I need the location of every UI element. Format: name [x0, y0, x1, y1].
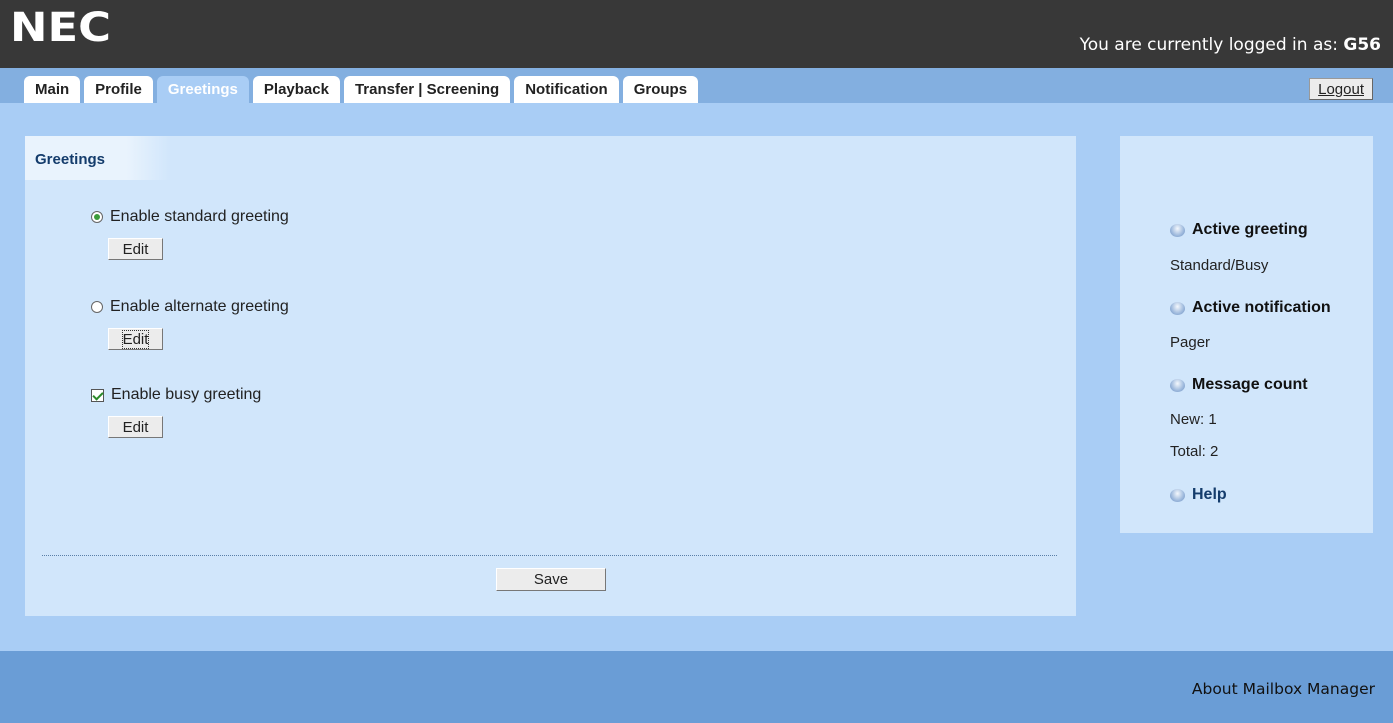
logout-button[interactable]: Logout [1309, 78, 1373, 100]
about-mailbox-manager-link[interactable]: About Mailbox Manager [1192, 680, 1375, 698]
active-notification-heading: Active notification [1170, 299, 1331, 317]
save-button[interactable]: Save [496, 568, 606, 591]
edit-standard-greeting-button[interactable]: Edit [108, 238, 163, 260]
tab-groups[interactable]: Groups [622, 76, 699, 103]
top-header: NEC You are currently logged in as: G56 [0, 0, 1393, 68]
footer: About Mailbox Manager [0, 651, 1393, 723]
login-info: You are currently logged in as: G56 [1080, 35, 1381, 55]
alternate-greeting-option[interactable]: Enable alternate greeting [91, 298, 289, 316]
help-link[interactable]: Help [1170, 486, 1227, 504]
alternate-greeting-radio[interactable] [91, 301, 103, 313]
active-greeting-heading: Active greeting [1170, 221, 1308, 239]
bullet-icon [1170, 223, 1185, 237]
busy-greeting-checkbox[interactable] [91, 388, 104, 402]
active-greeting-title: Active greeting [1192, 221, 1308, 238]
alternate-greeting-label: Enable alternate greeting [110, 298, 289, 315]
tab-list: Main Profile Greetings Playback Transfer… [24, 76, 702, 103]
help-label: Help [1192, 486, 1227, 503]
tab-profile[interactable]: Profile [84, 76, 153, 103]
bullet-icon [1170, 488, 1185, 502]
tab-strip: Main Profile Greetings Playback Transfer… [0, 68, 1393, 103]
message-count-heading: Message count [1170, 376, 1308, 394]
bullet-icon [1170, 378, 1185, 392]
standard-greeting-option[interactable]: Enable standard greeting [91, 208, 289, 226]
status-sidebar: Active greeting Standard/Busy Active not… [1120, 136, 1373, 533]
new-message-count: New: 1 [1170, 411, 1217, 428]
edit-button-label: Edit [121, 330, 150, 349]
panel-title: Greetings [25, 136, 170, 180]
bullet-icon [1170, 301, 1185, 315]
tab-transfer-screening[interactable]: Transfer | Screening [343, 76, 511, 103]
standard-greeting-label: Enable standard greeting [110, 208, 289, 225]
login-username: G56 [1343, 35, 1381, 55]
edit-alternate-greeting-button[interactable]: Edit [108, 328, 163, 350]
active-notification-value: Pager [1170, 334, 1211, 351]
tab-greetings[interactable]: Greetings [156, 76, 249, 103]
total-message-count: Total: 2 [1170, 443, 1219, 460]
tab-main[interactable]: Main [24, 76, 81, 103]
edit-button-label: Edit [122, 241, 149, 258]
edit-busy-greeting-button[interactable]: Edit [108, 416, 163, 438]
active-greeting-value: Standard/Busy [1170, 257, 1269, 274]
busy-greeting-label: Enable busy greeting [111, 386, 262, 403]
message-count-title: Message count [1192, 376, 1308, 393]
standard-greeting-radio[interactable] [91, 211, 103, 223]
edit-button-label: Edit [122, 419, 149, 436]
busy-greeting-option[interactable]: Enable busy greeting [91, 386, 261, 404]
tab-notification[interactable]: Notification [514, 76, 619, 103]
tab-playback[interactable]: Playback [252, 76, 340, 103]
nec-logo: NEC [10, 5, 111, 51]
greetings-panel: Greetings Enable standard greeting Edit … [25, 136, 1076, 616]
divider [42, 555, 1057, 556]
login-prefix: You are currently logged in as: [1079, 35, 1344, 55]
active-notification-title: Active notification [1192, 299, 1331, 316]
